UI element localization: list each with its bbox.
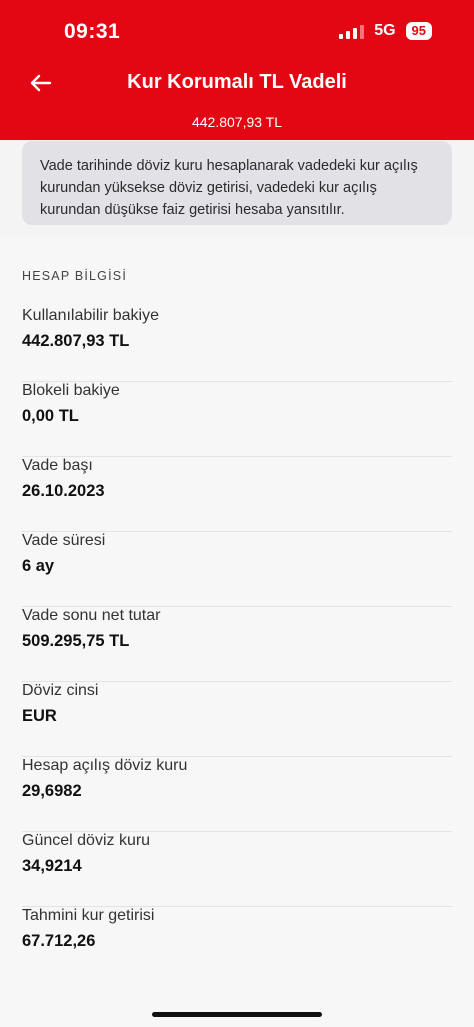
row-label: Hesap açılış döviz kuru <box>22 757 188 774</box>
section-title: HESAP BİLGİSİ <box>22 269 127 283</box>
account-info-section: HESAP BİLGİSİ Kullanılabilir bakiye 442.… <box>0 236 474 1027</box>
row-label: Döviz cinsi <box>22 682 99 699</box>
row-label: Blokeli bakiye <box>22 382 120 399</box>
row-label: Vade süresi <box>22 532 106 549</box>
page-title: Kur Korumalı TL Vadeli <box>127 71 347 93</box>
row-value: 29,6982 <box>22 782 82 800</box>
row-value: 0,00 TL <box>22 407 79 425</box>
info-note: Vade tarihinde döviz kuru hesaplanarak v… <box>22 141 452 225</box>
app-header: 09:31 5G 95 Kur Korumalı TL Vadeli 442.8… <box>0 0 474 140</box>
row-label: Vade başı <box>22 457 93 474</box>
row-value: 6 ay <box>22 557 55 575</box>
row-available-balance: Kullanılabilir bakiye 442.807,93 TL <box>22 307 452 382</box>
row-label: Tahmini kur getirisi <box>22 907 155 924</box>
row-estimated-fx-return: Tahmini kur getirisi 67.712,26 <box>22 907 452 982</box>
status-time: 09:31 <box>64 20 121 43</box>
row-value: 26.10.2023 <box>22 482 105 500</box>
row-value: 442.807,93 TL <box>22 332 130 350</box>
row-opening-rate: Hesap açılış döviz kuru 29,6982 <box>22 757 452 832</box>
network-type: 5G <box>374 22 396 39</box>
row-term-start: Vade başı 26.10.2023 <box>22 457 452 532</box>
row-maturity-net-amount: Vade sonu net tutar 509.295,75 TL <box>22 607 452 682</box>
header-balance: 442.807,93 TL <box>191 114 283 130</box>
row-label: Güncel döviz kuru <box>22 832 151 849</box>
row-value: EUR <box>22 707 57 725</box>
home-indicator[interactable] <box>152 1012 322 1017</box>
battery-icon: 95 <box>405 22 432 40</box>
row-label: Kullanılabilir bakiye <box>22 307 159 324</box>
row-value: 67.712,26 <box>22 932 96 950</box>
row-blocked-balance: Blokeli bakiye 0,00 TL <box>22 382 452 457</box>
row-value: 509.295,75 TL <box>22 632 130 650</box>
row-term-duration: Vade süresi 6 ay <box>22 532 452 607</box>
row-current-rate: Güncel döviz kuru 34,9214 <box>22 832 452 907</box>
status-icons: 5G 95 <box>339 22 432 40</box>
signal-icon <box>339 23 365 39</box>
row-label: Vade sonu net tutar <box>22 607 161 624</box>
row-currency: Döviz cinsi EUR <box>22 682 452 757</box>
row-value: 34,9214 <box>22 857 82 875</box>
